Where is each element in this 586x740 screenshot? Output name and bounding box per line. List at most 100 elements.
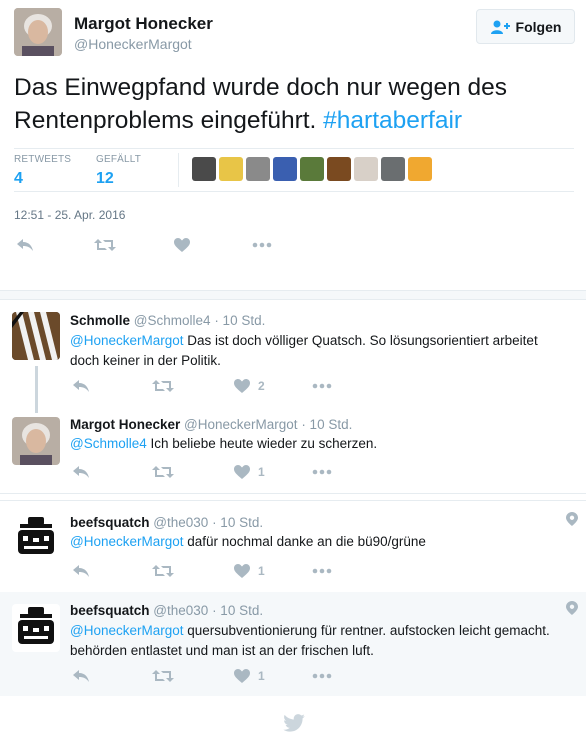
retweets-count: 4 [14, 170, 23, 187]
reply-author-handle[interactable]: @the030 [153, 603, 208, 618]
liker-avatar[interactable] [219, 157, 243, 181]
more-button[interactable] [312, 469, 332, 475]
reply-text: @HoneckerMargot quersubventionierung für… [70, 621, 570, 661]
reply-tweet[interactable]: beefsquatch @the030 · 10 Std. @HoneckerM… [0, 592, 586, 696]
liker-avatar[interactable] [300, 157, 324, 181]
more-button[interactable] [312, 673, 332, 679]
add-user-icon [490, 20, 510, 34]
reply-body: Ich beliebe heute wieder zu scherzen. [150, 436, 378, 451]
reply-button[interactable] [72, 564, 152, 578]
reply-actions: 1 [72, 564, 332, 578]
reply-time[interactable]: · 10 Std. [212, 515, 263, 530]
location-pin-icon[interactable] [566, 512, 578, 526]
author-handle[interactable]: @HoneckerMargot [74, 36, 192, 52]
reply-author-name[interactable]: Margot Honecker [70, 417, 180, 432]
reply-author-handle[interactable]: @HoneckerMargot [184, 417, 298, 432]
avatar[interactable] [14, 8, 62, 56]
heart-icon [234, 564, 250, 578]
retweets-stat[interactable]: RETWEETS 4 [14, 154, 71, 188]
reply-header: beefsquatch @the030 · 10 Std. [70, 603, 263, 618]
hashtag-link[interactable]: #hartaberfair [323, 107, 462, 134]
tweet-timestamp[interactable]: 12:51 - 25. Apr. 2016 [14, 208, 125, 222]
likes-stat[interactable]: GEFÄLLT 12 [96, 154, 141, 188]
reply-tweet[interactable]: Margot Honecker @HoneckerMargot · 10 Std… [0, 405, 586, 493]
mention-link[interactable]: @HoneckerMargot [70, 534, 184, 549]
retweet-button[interactable] [152, 379, 234, 393]
reply-text: @HoneckerMargot dafür nochmal danke an d… [70, 532, 570, 552]
reply-button[interactable] [72, 465, 152, 479]
retweet-icon [152, 670, 174, 682]
liker-avatars [192, 157, 432, 181]
retweet-icon [152, 466, 174, 478]
reply-icon [73, 466, 89, 478]
liker-avatar[interactable] [381, 157, 405, 181]
reply-author-name[interactable]: beefsquatch [70, 515, 150, 530]
stats-divider [178, 153, 179, 187]
location-pin-icon[interactable] [566, 601, 578, 615]
likes-count: 12 [96, 170, 114, 187]
liker-avatar[interactable] [246, 157, 270, 181]
retweets-label: RETWEETS [14, 154, 72, 165]
reply-body: dafür nochmal danke an die bü90/grüne [187, 534, 426, 549]
reply-icon [73, 380, 89, 392]
retweet-button[interactable] [152, 465, 234, 479]
avatar[interactable] [12, 417, 60, 465]
reply-button[interactable] [72, 379, 152, 393]
follow-button[interactable]: Folgen [476, 9, 575, 44]
retweet-button[interactable] [152, 669, 234, 683]
more-icon [312, 469, 332, 475]
more-button[interactable] [252, 242, 272, 248]
more-button[interactable] [312, 383, 332, 389]
avatar[interactable] [12, 312, 60, 360]
liker-avatar[interactable] [192, 157, 216, 181]
like-count: 1 [258, 465, 265, 479]
like-button[interactable] [174, 238, 252, 252]
retweet-button[interactable] [94, 238, 174, 252]
retweet-icon [94, 239, 116, 251]
likes-label: GEFÄLLT [96, 154, 142, 165]
mention-link[interactable]: @HoneckerMargot [70, 333, 184, 348]
reply-time[interactable]: · 10 Std. [214, 313, 265, 328]
section-separator [0, 290, 586, 300]
retweet-button[interactable] [152, 564, 234, 578]
reply-button[interactable] [16, 238, 94, 252]
mention-link[interactable]: @Schmolle4 [70, 436, 147, 451]
reply-author-name[interactable]: Schmolle [70, 313, 130, 328]
reply-time[interactable]: · 10 Std. [301, 417, 352, 432]
more-button[interactable] [312, 568, 332, 574]
like-count: 2 [258, 379, 265, 393]
avatar[interactable] [12, 514, 60, 562]
tweet-actions [16, 238, 272, 252]
reply-tweet[interactable]: beefsquatch @the030 · 10 Std. @HoneckerM… [0, 502, 586, 592]
like-button[interactable]: 1 [234, 564, 312, 578]
reply-icon [17, 239, 33, 251]
reply-text: @Schmolle4 Ich beliebe heute wieder zu s… [70, 434, 570, 454]
mention-link[interactable]: @HoneckerMargot [70, 623, 184, 638]
liker-avatar[interactable] [273, 157, 297, 181]
reply-tweet[interactable]: Schmolle @Schmolle4 · 10 Std. @HoneckerM… [0, 300, 586, 410]
reply-button[interactable] [72, 669, 152, 683]
reply-actions: 1 [72, 465, 332, 479]
more-icon [312, 673, 332, 679]
follow-label: Folgen [515, 18, 562, 35]
retweet-icon [152, 565, 174, 577]
reply-time[interactable]: · 10 Std. [212, 603, 263, 618]
reply-header: Schmolle @Schmolle4 · 10 Std. [70, 313, 265, 328]
like-button[interactable]: 1 [234, 669, 312, 683]
twitter-bird-icon [283, 714, 305, 732]
like-button[interactable]: 1 [234, 465, 312, 479]
author-name[interactable]: Margot Honecker [74, 14, 213, 34]
reply-author-handle[interactable]: @Schmolle4 [134, 313, 211, 328]
like-count: 1 [258, 564, 265, 578]
reply-text: @HoneckerMargot Das ist doch völliger Qu… [70, 331, 570, 371]
liker-avatar[interactable] [354, 157, 378, 181]
liker-avatar[interactable] [327, 157, 351, 181]
reply-header: Margot Honecker @HoneckerMargot · 10 Std… [70, 417, 352, 432]
like-button[interactable]: 2 [234, 379, 312, 393]
liker-avatar[interactable] [408, 157, 432, 181]
reply-icon [73, 670, 89, 682]
reply-author-name[interactable]: beefsquatch [70, 603, 150, 618]
reply-author-handle[interactable]: @the030 [153, 515, 208, 530]
avatar[interactable] [12, 604, 60, 652]
like-count: 1 [258, 669, 265, 683]
